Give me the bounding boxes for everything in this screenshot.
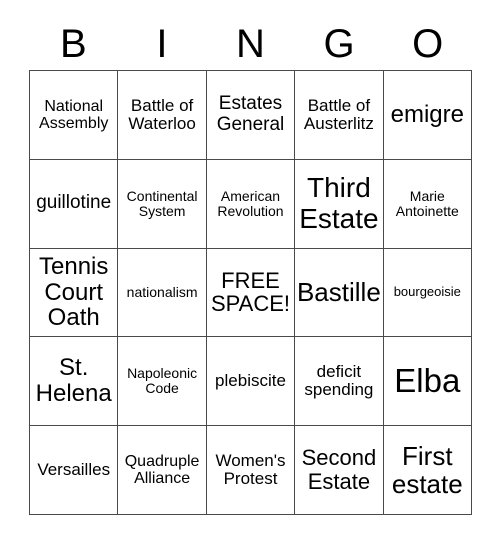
- bingo-cell-label: Elba: [394, 362, 461, 400]
- bingo-cell-r1c3[interactable]: Estates General: [206, 71, 296, 160]
- bingo-cell-r5c3[interactable]: Women's Protest: [206, 426, 296, 515]
- bingo-cell-label: Quadruple Alliance: [124, 452, 200, 488]
- bingo-cell-r2c1[interactable]: guillotine: [30, 159, 119, 249]
- bingo-cell-label: Continental System: [126, 187, 198, 219]
- bingo-cell-label: Second Estate: [301, 445, 377, 495]
- bingo-cell-r2c2[interactable]: Continental System: [118, 159, 207, 249]
- bingo-letter-o: O: [412, 22, 444, 66]
- bingo-cell-label: Third Estate: [299, 172, 379, 234]
- bingo-cell-r1c2[interactable]: Battle of Waterloo: [118, 71, 207, 160]
- bingo-cell-label: First estate: [391, 441, 463, 500]
- bingo-cell-label: St. Helena: [35, 354, 112, 408]
- bingo-letter-n: N: [236, 22, 265, 66]
- bingo-cell-r2c4[interactable]: Third Estate: [295, 159, 384, 249]
- bingo-cell-label: Women's Protest: [215, 450, 286, 489]
- bingo-card: B I N G O National Assembly Battle of Wa…: [0, 0, 500, 544]
- bingo-cell-r5c4[interactable]: Second Estate: [295, 426, 384, 515]
- bingo-cell-r4c1[interactable]: St. Helena: [30, 337, 119, 427]
- bingo-cell-r4c4[interactable]: deficit spending: [295, 337, 384, 427]
- bingo-letter-i: I: [156, 22, 168, 66]
- bingo-cell-label: Battle of Waterloo: [128, 95, 196, 133]
- bingo-cell-r3c1[interactable]: Tennis Court Oath: [30, 248, 119, 338]
- bingo-cell-r5c2[interactable]: Quadruple Alliance: [118, 426, 207, 515]
- bingo-cell-r3c2[interactable]: nationalism: [118, 248, 207, 338]
- bingo-cell-r4c3[interactable]: plebiscite: [206, 337, 296, 427]
- bingo-cell-r4c5[interactable]: Elba: [383, 337, 472, 427]
- bingo-cell-label: guillotine: [36, 192, 112, 214]
- bingo-cell-label: nationalism: [126, 283, 198, 300]
- bingo-cell-label: Estates General: [216, 93, 285, 135]
- bingo-cell-label: deficit spending: [304, 361, 374, 400]
- bingo-cell-r5c5[interactable]: First estate: [383, 426, 472, 515]
- bingo-cell-r1c5[interactable]: emigre: [383, 71, 472, 160]
- bingo-cell-label: Bastille: [296, 277, 381, 308]
- bingo-cell-label: Battle of Austerlitz: [303, 95, 374, 133]
- bingo-letter-g: G: [323, 22, 355, 66]
- bingo-header-row: B I N G O: [29, 18, 472, 70]
- bingo-cell-label: Tennis Court Oath: [39, 252, 109, 332]
- bingo-cell-label: bourgeoisie: [393, 284, 461, 300]
- bingo-cell-r3c4[interactable]: Bastille: [295, 248, 384, 338]
- bingo-cell-r1c4[interactable]: Battle of Austerlitz: [295, 71, 384, 160]
- bingo-grid: National Assembly Battle of Waterloo Est…: [29, 70, 472, 515]
- bingo-letter-b: B: [59, 22, 87, 66]
- bingo-cell-r1c1[interactable]: National Assembly: [30, 71, 119, 160]
- free-space-label: FREE SPACE!: [210, 267, 291, 317]
- bingo-cell-r4c2[interactable]: Napoleonic Code: [118, 337, 207, 427]
- bingo-cell-r2c3[interactable]: American Revolution: [206, 159, 296, 249]
- bingo-cell-free-space[interactable]: FREE SPACE!: [206, 248, 296, 338]
- bingo-cell-label: plebiscite: [215, 371, 286, 391]
- bingo-cell-label: American Revolution: [217, 187, 284, 219]
- bingo-cell-label: National Assembly: [39, 97, 109, 132]
- bingo-cell-label: Versailles: [37, 459, 111, 479]
- bingo-cell-label: Napoleonic Code: [127, 365, 198, 397]
- bingo-cell-r5c1[interactable]: Versailles: [30, 426, 119, 515]
- bingo-cell-r2c5[interactable]: Marie Antoinette: [383, 159, 472, 249]
- bingo-cell-label: emigre: [390, 100, 464, 128]
- bingo-cell-r3c5[interactable]: bourgeoisie: [383, 248, 472, 338]
- bingo-cell-label: Marie Antoinette: [395, 187, 459, 219]
